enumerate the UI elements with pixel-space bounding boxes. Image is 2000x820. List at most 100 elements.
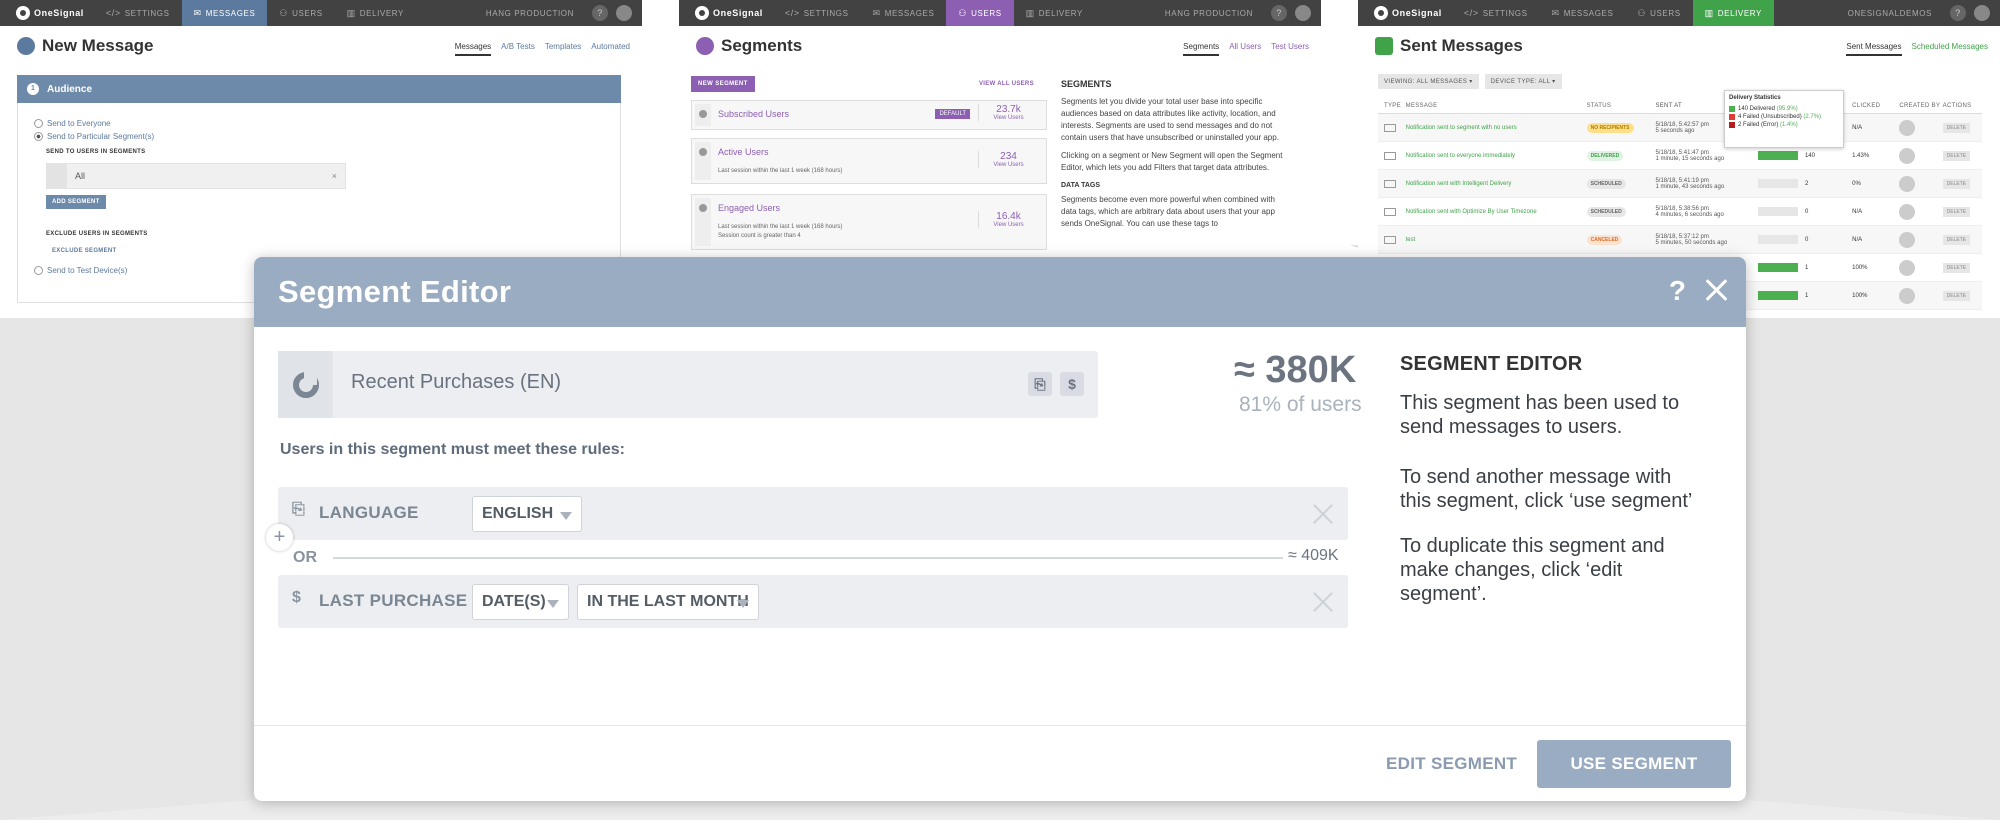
tab-messages[interactable]: Messages bbox=[454, 42, 492, 56]
language-select[interactable]: ENGLISH bbox=[472, 496, 582, 532]
actions-cell: DELETE bbox=[1942, 178, 1982, 189]
radio-send-everyone[interactable]: Send to Everyone bbox=[34, 119, 111, 128]
nav-messages[interactable]: ✉ MESSAGES bbox=[861, 0, 947, 26]
delivery-cell[interactable] bbox=[1757, 263, 1805, 272]
delete-button[interactable]: DELETE bbox=[1942, 178, 1971, 189]
delete-button[interactable]: DELETE bbox=[1942, 262, 1971, 273]
nav-settings[interactable]: </> SETTINGS bbox=[773, 0, 861, 26]
tab-automated[interactable]: Automated bbox=[591, 42, 630, 56]
segment-card[interactable]: Active Users Last session within the las… bbox=[691, 138, 1047, 184]
nav-users[interactable]: ⚇ USERS bbox=[946, 0, 1014, 26]
help-icon[interactable]: ? bbox=[1271, 5, 1287, 21]
nav-users[interactable]: ⚇ USERS bbox=[1625, 0, 1692, 26]
help-icon[interactable]: ? bbox=[1950, 5, 1966, 21]
delete-button[interactable]: DELETE bbox=[1942, 290, 1971, 301]
date-unit-select[interactable]: DATE(S) bbox=[472, 584, 569, 620]
delete-button[interactable]: DELETE bbox=[1942, 234, 1971, 245]
message-cell[interactable]: Notification sent to everyone immediatel… bbox=[1406, 153, 1587, 159]
help-title: SEGMENTS bbox=[1061, 79, 1112, 89]
onesignal-logo[interactable]: OneSignal bbox=[679, 0, 773, 26]
table-row[interactable]: Notification sent to everyone immediatel… bbox=[1378, 142, 1982, 170]
add-segment-button[interactable]: ADD SEGMENT bbox=[46, 195, 106, 209]
tab-ab-tests[interactable]: A/B Tests bbox=[501, 42, 535, 56]
nav-delivery[interactable]: ▥ DELIVERY bbox=[1692, 0, 1774, 26]
delivery-cell[interactable] bbox=[1757, 291, 1805, 300]
tab-all-users[interactable]: All Users bbox=[1229, 42, 1261, 56]
segment-card[interactable]: Subscribed Users DEFAULT 23.7k View Users bbox=[691, 100, 1047, 130]
language-tag-icon[interactable]: ⎘ bbox=[1028, 372, 1052, 396]
table-row[interactable]: Notification sent with Optimize By User … bbox=[1378, 198, 1982, 226]
delivery-cell[interactable] bbox=[1757, 235, 1805, 244]
rule-label: LANGUAGE bbox=[319, 503, 419, 522]
close-icon[interactable] bbox=[1702, 275, 1732, 305]
avatar[interactable] bbox=[1295, 5, 1311, 21]
table-row[interactable]: Notification sent with Intelligent Deliv… bbox=[1378, 170, 1982, 198]
status-badge: DELIVERED bbox=[1586, 150, 1624, 161]
avatar[interactable] bbox=[1974, 5, 1990, 21]
radio-label: Send to Particular Segment(s) bbox=[47, 132, 155, 141]
help-icon[interactable]: ? bbox=[1669, 275, 1686, 307]
use-segment-button[interactable]: USE SEGMENT bbox=[1537, 740, 1731, 788]
message-cell[interactable]: test bbox=[1406, 237, 1587, 243]
segment-count[interactable]: 16.4k View Users bbox=[978, 211, 1038, 228]
nav-users[interactable]: ⚇ USERS bbox=[267, 0, 334, 26]
remove-segment-icon[interactable]: × bbox=[332, 171, 337, 181]
message-cell[interactable]: Notification sent to segment with no use… bbox=[1406, 125, 1587, 131]
nav-delivery[interactable]: ▥ DELIVERY bbox=[335, 0, 416, 26]
edit-segment-button[interactable]: EDIT SEGMENT bbox=[1386, 754, 1517, 774]
onesignal-logo[interactable]: OneSignal bbox=[0, 0, 94, 26]
nav-delivery[interactable]: ▥ DELIVERY bbox=[1014, 0, 1095, 26]
radio-send-particular[interactable]: Send to Particular Segment(s) bbox=[34, 132, 154, 141]
segment-name-field[interactable]: Recent Purchases (EN) ⎘ $ bbox=[278, 351, 1098, 418]
radio-send-test[interactable]: Send to Test Device(s) bbox=[34, 266, 127, 275]
add-rule-icon[interactable]: + bbox=[266, 524, 293, 551]
org-selector[interactable]: HANG PRODUCTION bbox=[1165, 9, 1253, 18]
ctr-cell: N/A bbox=[1852, 208, 1863, 215]
pie-chart-icon bbox=[695, 104, 711, 126]
segment-count[interactable]: 23.7k View Users bbox=[978, 104, 1038, 121]
nav-messages[interactable]: ✉ MESSAGES bbox=[181, 0, 268, 26]
message-cell[interactable]: Notification sent with Intelligent Deliv… bbox=[1406, 181, 1587, 187]
nav-messages[interactable]: ✉ MESSAGES bbox=[1540, 0, 1626, 26]
org-selector[interactable]: ONESIGNALDEMOS bbox=[1848, 9, 1932, 18]
delivery-cell[interactable] bbox=[1757, 151, 1805, 160]
delivery-cell[interactable] bbox=[1757, 179, 1805, 188]
segment-card[interactable]: Engaged Users Last session within the la… bbox=[691, 194, 1047, 250]
help-icon[interactable]: ? bbox=[592, 5, 608, 21]
viewing-filter-dropdown[interactable]: VIEWING: ALL MESSAGES ▾ bbox=[1378, 74, 1479, 89]
nav-settings[interactable]: </> SETTINGS bbox=[1452, 0, 1540, 26]
segment-count[interactable]: 234 View Users bbox=[978, 151, 1038, 168]
view-users-link[interactable]: View Users bbox=[979, 115, 1038, 121]
rules-heading: Users in this segment must meet these ru… bbox=[280, 441, 625, 458]
audience-section-header[interactable]: 1 Audience bbox=[17, 75, 621, 103]
tab-scheduled-messages[interactable]: Scheduled Messages bbox=[1912, 42, 1989, 56]
table-row[interactable]: test CANCELED 5/18/18, 5:37:12 pm 5 minutes… bbox=[1378, 226, 1982, 254]
logo-text: OneSignal bbox=[713, 8, 763, 18]
view-users-link[interactable]: View Users bbox=[979, 222, 1038, 228]
tab-test-users[interactable]: Test Users bbox=[1271, 42, 1309, 56]
device-type-filter-dropdown[interactable]: DEVICE TYPE: ALL ▾ bbox=[1484, 74, 1562, 89]
tab-segments[interactable]: Segments bbox=[1183, 42, 1220, 56]
avatar[interactable] bbox=[616, 5, 632, 21]
remove-rule-icon[interactable] bbox=[1312, 503, 1334, 525]
nav-settings[interactable]: </> SETTINGS bbox=[94, 0, 182, 26]
dollar-tag-icon[interactable]: $ bbox=[1060, 372, 1084, 396]
tab-sent-messages[interactable]: Sent Messages bbox=[1846, 42, 1902, 56]
view-all-users-link[interactable]: VIEW ALL USERS bbox=[979, 81, 1034, 87]
onesignal-logo[interactable]: OneSignal bbox=[1358, 0, 1452, 26]
tab-templates[interactable]: Templates bbox=[545, 42, 581, 56]
delivery-cell[interactable] bbox=[1757, 207, 1805, 216]
org-selector[interactable]: HANG PRODUCTION bbox=[486, 9, 574, 18]
included-segment-chip[interactable]: All × bbox=[46, 163, 346, 189]
message-cell[interactable]: Notification sent with Optimize By User … bbox=[1406, 209, 1587, 215]
exclude-segment-link[interactable]: EXCLUDE SEGMENT bbox=[52, 248, 117, 254]
table-row[interactable]: Notification sent to segment with no use… bbox=[1378, 114, 1982, 142]
remove-rule-icon[interactable] bbox=[1312, 591, 1334, 613]
view-users-link[interactable]: View Users bbox=[979, 162, 1038, 168]
delete-button[interactable]: DELETE bbox=[1942, 206, 1971, 217]
status-badge: SCHEDULED bbox=[1586, 206, 1626, 217]
delete-button[interactable]: DELETE bbox=[1942, 150, 1971, 161]
time-range-select[interactable]: IN THE LAST MONTH bbox=[577, 584, 759, 620]
new-segment-button[interactable]: NEW SEGMENT bbox=[691, 76, 755, 92]
delete-button[interactable]: DELETE bbox=[1942, 122, 1971, 133]
